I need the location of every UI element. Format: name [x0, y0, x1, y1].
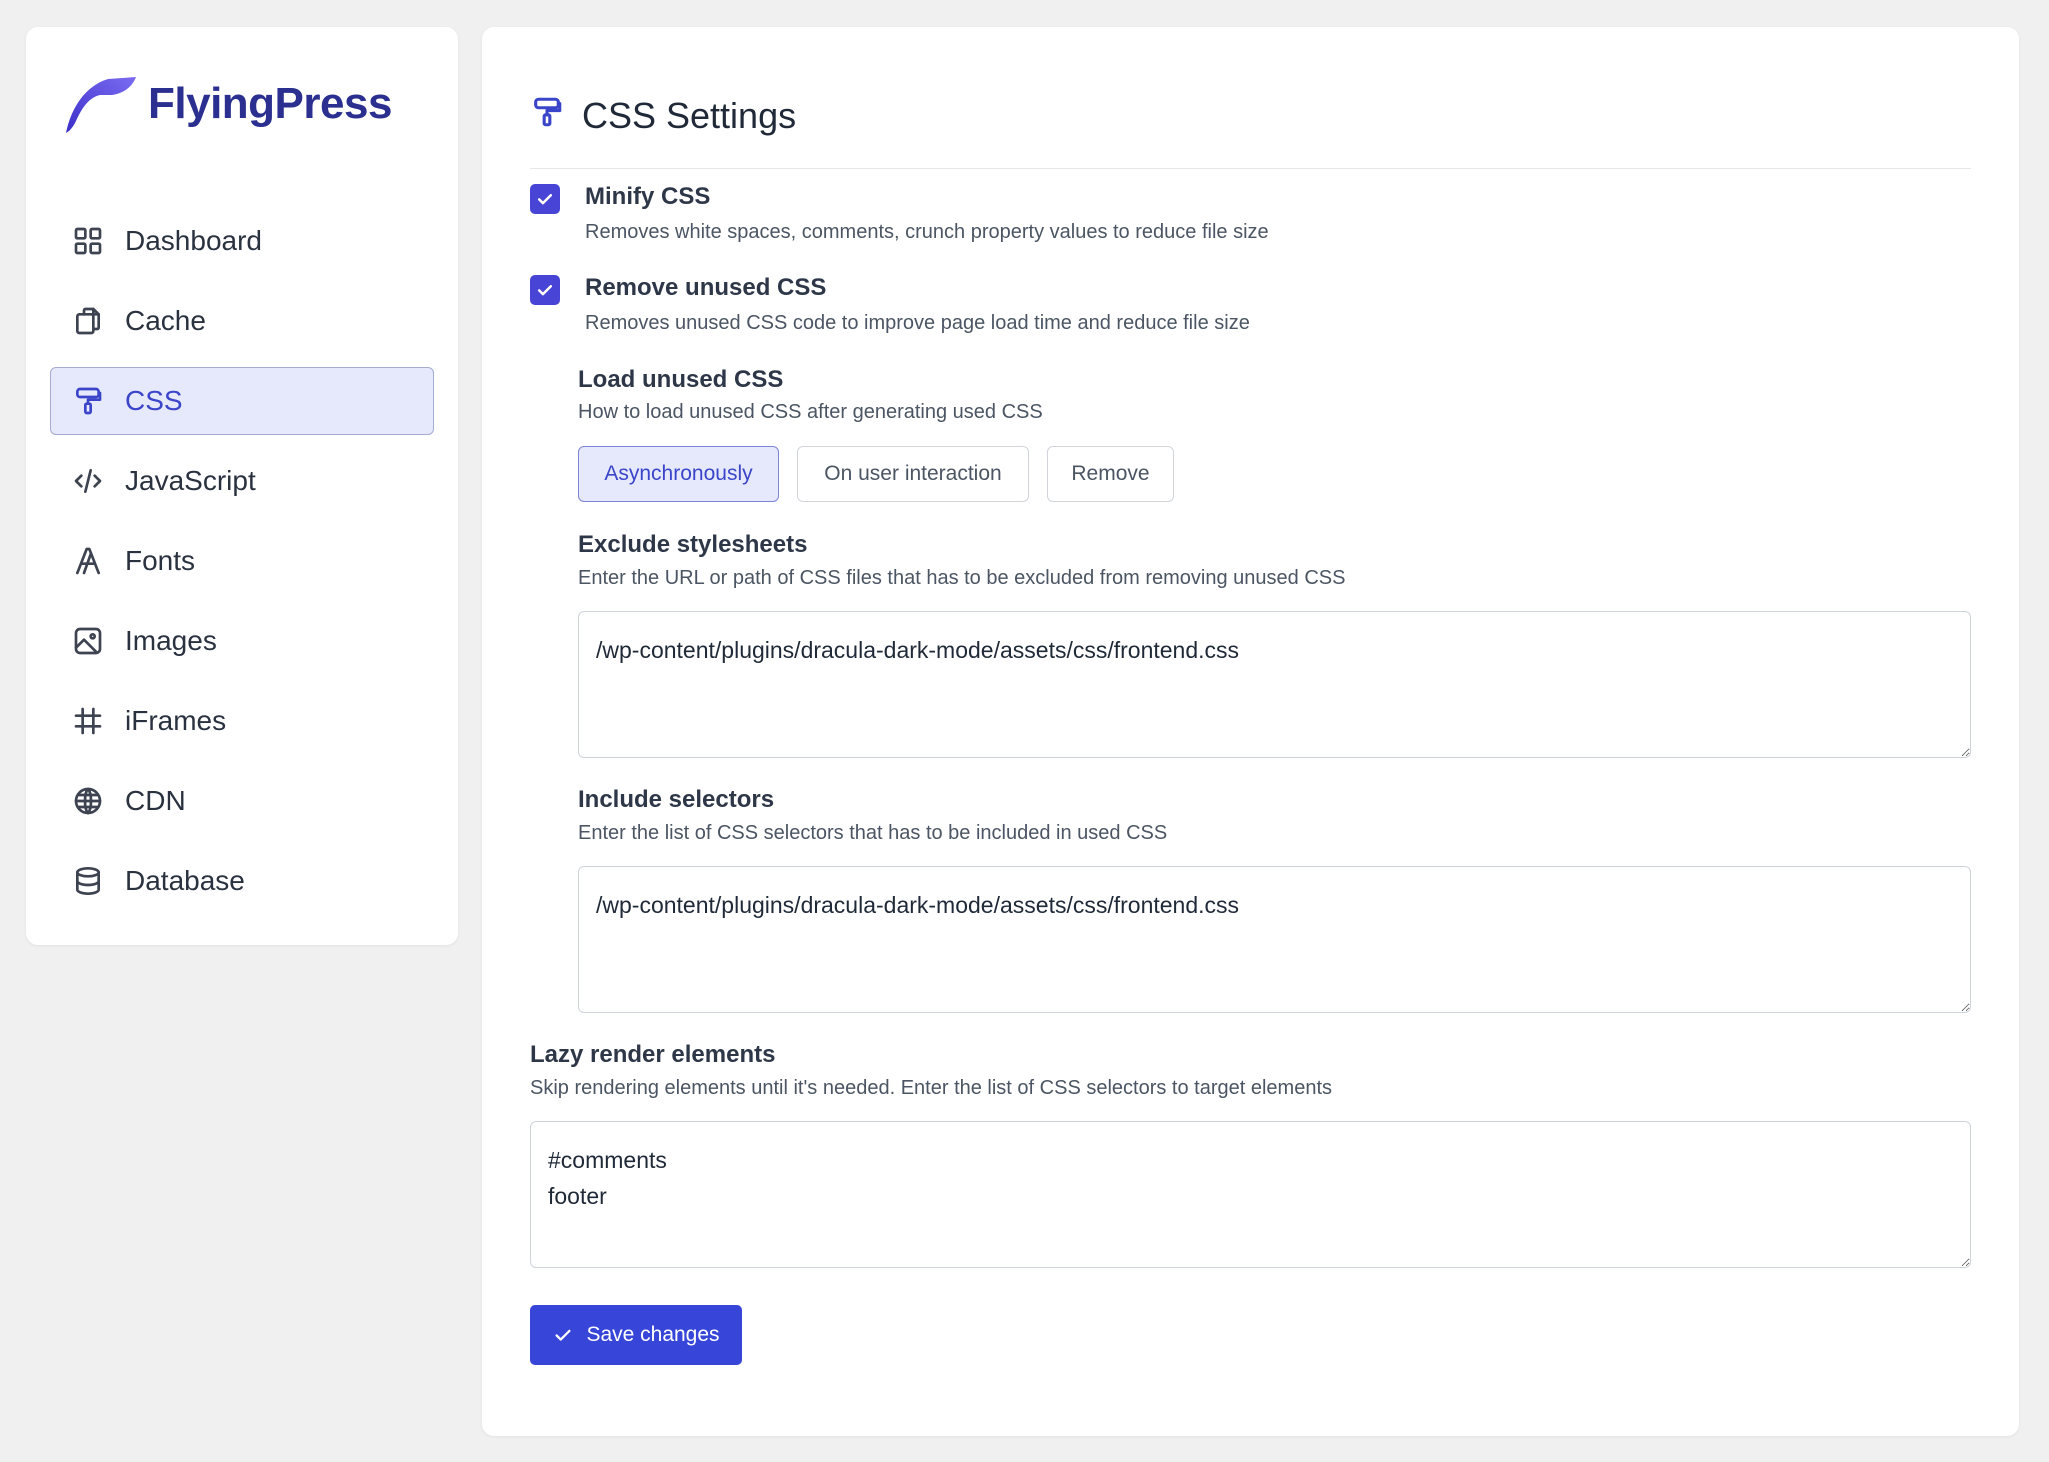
sidebar-item-javascript[interactable]: JavaScript	[50, 447, 434, 515]
sidebar-item-label: Database	[125, 865, 245, 896]
main-panel: CSS Settings Minify CSS Removes white sp…	[482, 27, 2019, 1436]
sidebar-item-label: iFrames	[125, 705, 227, 736]
check-icon	[537, 285, 553, 296]
sidebar-item-label: CDN	[125, 785, 186, 816]
sidebar: FlyingPress Dashboard Cache CSS JavaScri…	[26, 27, 458, 945]
load-unused-css-title: Load unused CSS	[578, 366, 784, 393]
wing-logo-icon	[66, 77, 136, 133]
sidebar-item-css[interactable]: CSS	[50, 367, 434, 435]
sidebar-item-label: Cache	[125, 305, 206, 336]
include-selectors-title: Include selectors	[578, 786, 775, 813]
minify-css-desc: Removes white spaces, comments, crunch p…	[585, 221, 1269, 243]
lazy-render-desc: Skip rendering elements until it's neede…	[530, 1077, 1333, 1099]
page-header: CSS Settings	[530, 67, 1971, 169]
sidebar-item-cache[interactable]: Cache	[50, 287, 434, 355]
font-icon	[71, 544, 105, 578]
minify-css-checkbox[interactable]	[530, 184, 560, 214]
load-option-remove[interactable]: Remove	[1047, 446, 1174, 502]
remove-unused-css-setting: Remove unused CSS Removes unused CSS cod…	[530, 274, 1250, 335]
include-selectors-textarea[interactable]	[578, 866, 1971, 1013]
sidebar-item-label: Fonts	[125, 545, 196, 576]
save-button-label: Save changes	[586, 1323, 720, 1346]
check-icon	[537, 194, 553, 205]
exclude-stylesheets-title: Exclude stylesheets	[578, 531, 808, 558]
database-icon	[71, 864, 105, 898]
exclude-stylesheets-desc: Enter the URL or path of CSS files that …	[578, 567, 1346, 589]
minify-css-title: Minify CSS	[585, 183, 711, 210]
paint-roller-icon	[71, 384, 105, 418]
sidebar-nav: Dashboard Cache CSS JavaScript Fonts Ima…	[50, 207, 434, 927]
paint-roller-icon	[530, 95, 564, 134]
sidebar-item-label: JavaScript	[125, 465, 256, 496]
minify-css-setting: Minify CSS Removes white spaces, comment…	[530, 183, 1269, 244]
check-icon	[555, 1329, 571, 1341]
image-icon	[71, 624, 105, 658]
include-selectors-desc: Enter the list of CSS selectors that has…	[578, 822, 1168, 844]
sidebar-item-dashboard[interactable]: Dashboard	[50, 207, 434, 275]
remove-unused-css-title: Remove unused CSS	[585, 274, 827, 301]
sidebar-item-database[interactable]: Database	[50, 847, 434, 915]
brand[interactable]: FlyingPress	[60, 73, 392, 135]
load-option-on-user-interaction[interactable]: On user interaction	[797, 446, 1029, 502]
copy-icon	[71, 304, 105, 338]
remove-unused-css-desc: Removes unused CSS code to improve page …	[585, 312, 1250, 334]
load-option-asynchronously[interactable]: Asynchronously	[578, 446, 779, 502]
sidebar-item-label: CSS	[125, 385, 183, 416]
remove-unused-css-checkbox[interactable]	[530, 275, 560, 305]
sidebar-item-label: Images	[125, 625, 217, 656]
exclude-stylesheets-textarea[interactable]	[578, 611, 1971, 758]
frame-icon	[71, 704, 105, 738]
save-button[interactable]: Save changes	[530, 1305, 742, 1365]
lazy-render-title: Lazy render elements	[530, 1041, 776, 1068]
brand-name: FlyingPress	[148, 79, 392, 128]
page-title: CSS Settings	[582, 95, 797, 136]
lazy-render-textarea[interactable]	[530, 1121, 1971, 1268]
sidebar-item-label: Dashboard	[125, 225, 262, 256]
load-unused-css-desc: How to load unused CSS after generating …	[578, 401, 1043, 423]
sidebar-item-cdn[interactable]: CDN	[50, 767, 434, 835]
sidebar-item-images[interactable]: Images	[50, 607, 434, 675]
sidebar-item-iframes[interactable]: iFrames	[50, 687, 434, 755]
grid-icon	[71, 224, 105, 258]
globe-icon	[71, 784, 105, 818]
code-icon	[71, 464, 105, 498]
sidebar-item-fonts[interactable]: Fonts	[50, 527, 434, 595]
